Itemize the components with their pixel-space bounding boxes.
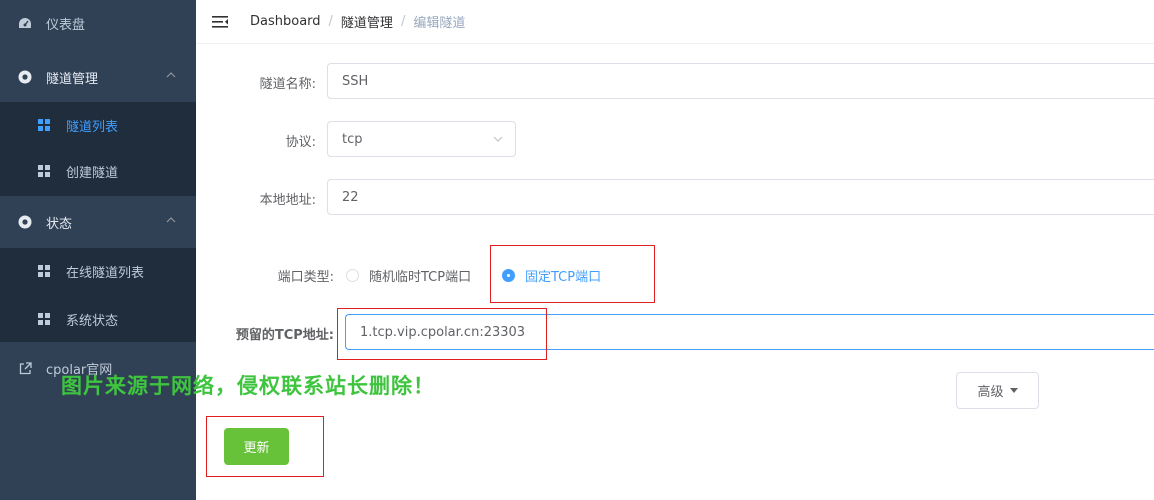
sidebar-item-dashboard[interactable]: 仪表盘: [0, 0, 196, 46]
port-type-label: 端口类型:: [277, 270, 334, 285]
protocol-value: tcp: [342, 131, 363, 147]
external-link-icon: [17, 360, 33, 376]
sidebar-group-label: 状态: [46, 216, 73, 232]
highlight-box-port-fixed: [490, 245, 655, 303]
port-random-radio[interactable]: 随机临时TCP端口: [346, 266, 471, 285]
local-address-input[interactable]: 22: [327, 179, 1154, 215]
chevron-up-icon: [166, 217, 176, 223]
life-ring-icon: [17, 69, 33, 85]
radio-circle: [346, 269, 359, 282]
watermark-text: 图片来源于网络，侵权联系站长删除！: [61, 374, 435, 398]
grid-icon: [36, 263, 52, 279]
highlight-box-reserved-address: [337, 308, 547, 360]
sidebar-item-label: 系统状态: [66, 313, 119, 329]
grid-icon: [36, 163, 52, 179]
advanced-button[interactable]: 高级: [956, 372, 1039, 409]
breadcrumb-separator: /: [328, 14, 333, 29]
life-ring-icon: [17, 214, 33, 230]
chevron-up-icon: [166, 72, 176, 78]
protocol-label: 协议:: [285, 135, 316, 150]
tunnel-name-input[interactable]: SSH: [327, 63, 1154, 99]
protocol-select[interactable]: tcp: [327, 121, 516, 157]
breadcrumb-separator: /: [400, 14, 406, 29]
sidebar-item-create-tunnel[interactable]: 创建隧道: [0, 148, 196, 194]
tunnel-name-label: 隧道名称:: [259, 77, 316, 92]
breadcrumb-current: 编辑隧道: [413, 16, 466, 31]
grid-icon: [36, 311, 52, 327]
sidebar-item-label: 创建隧道: [66, 165, 119, 181]
chevron-down-icon: [493, 136, 503, 142]
sidebar-item-online-tunnels[interactable]: 在线隧道列表: [0, 248, 196, 294]
caret-down-icon: [1009, 388, 1018, 393]
sidebar-item-label: 仪表盘: [46, 17, 86, 33]
hamburger-icon[interactable]: [212, 15, 228, 29]
sidebar-item-label: 隧道列表: [66, 119, 119, 135]
grid-icon: [36, 117, 52, 133]
highlight-box-update: [206, 416, 324, 477]
breadcrumb: Dashboard / 隧道管理 / 编辑隧道: [250, 12, 465, 31]
dashboard-icon: [17, 15, 33, 31]
sidebar-group-status[interactable]: 状态: [0, 199, 196, 245]
top-navbar: Dashboard / 隧道管理 / 编辑隧道: [196, 0, 1154, 44]
local-address-label: 本地地址:: [259, 193, 316, 208]
sidebar-item-tunnel-list[interactable]: 隧道列表: [0, 102, 196, 148]
sidebar-item-system-status[interactable]: 系统状态: [0, 296, 196, 342]
tunnel-name-value: SSH: [342, 73, 369, 89]
breadcrumb-section[interactable]: 隧道管理: [341, 12, 393, 31]
port-random-label: 随机临时TCP端口: [369, 270, 472, 285]
sidebar-item-label: 在线隧道列表: [66, 265, 145, 281]
advanced-button-label: 高级: [977, 385, 1004, 400]
reserved-tcp-label: 预留的TCP地址:: [235, 328, 334, 343]
breadcrumb-home[interactable]: Dashboard: [250, 14, 321, 29]
local-address-value: 22: [342, 189, 359, 205]
sidebar: 仪表盘 隧道管理 隧道列表 创建隧道 状态 在线隧道列表 系统状态 cpolar…: [0, 0, 196, 500]
sidebar-group-tunnels[interactable]: 隧道管理: [0, 54, 196, 100]
sidebar-group-label: 隧道管理: [46, 71, 99, 87]
